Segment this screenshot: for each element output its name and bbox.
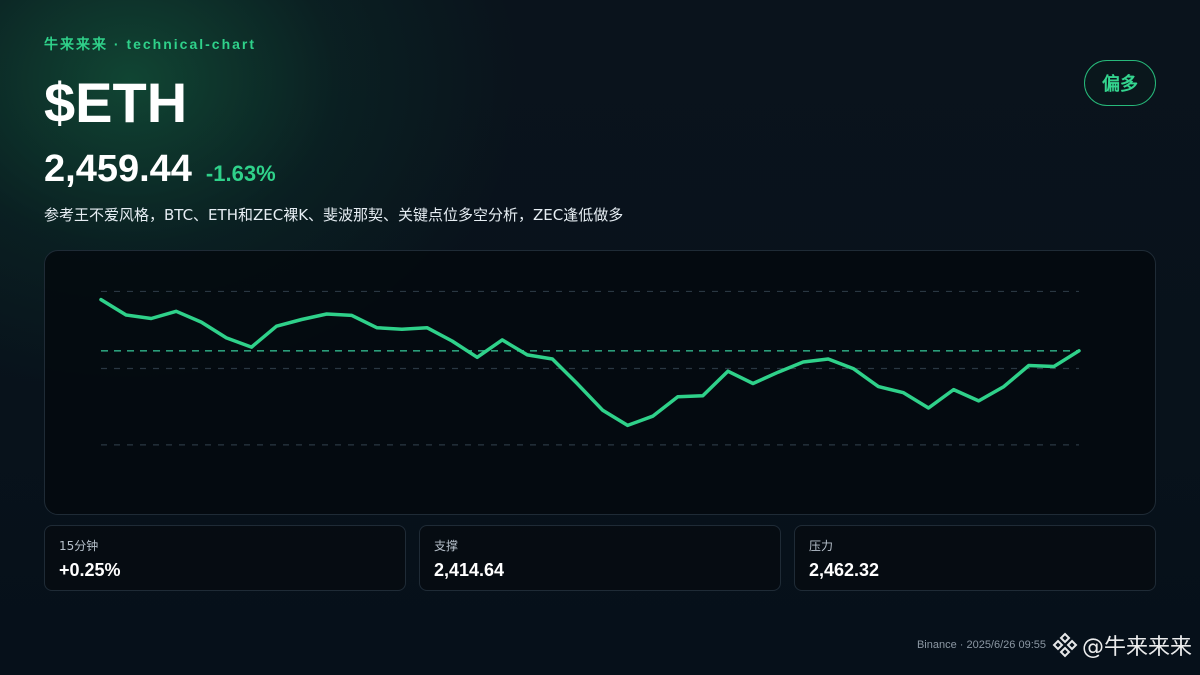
stat-value: 2,462.32 <box>809 560 880 580</box>
stat-card-support: 支撑 2,414.64 <box>419 525 781 591</box>
source-meta: Binance · 2025/6/26 09:55 <box>916 639 1046 651</box>
price-change: -1.63% <box>205 161 276 186</box>
stat-label: 15分钟 <box>59 539 99 553</box>
ticker-title: $ETH <box>44 71 188 134</box>
watermark-text: @牛来来来 <box>1081 635 1192 660</box>
bias-badge[interactable]: 偏多 <box>1084 60 1156 106</box>
price-row: 2,459.44 -1.63% <box>44 148 276 191</box>
footer: Binance · 2025/6/26 09:55 @牛来来来 <box>917 629 1192 661</box>
watermark: @牛来来来 <box>1052 629 1192 661</box>
stat-card-15m: 15分钟 +0.25% <box>44 525 406 591</box>
current-price: 2,459.44 <box>44 148 192 190</box>
stat-card-resistance: 压力 2,462.32 <box>794 525 1156 591</box>
stats-row: 15分钟 +0.25% 支撑 2,414.64 压力 2,462.32 <box>44 525 1156 591</box>
price-chart-card <box>44 250 1156 515</box>
stat-value: +0.25% <box>59 560 121 580</box>
stat-label: 压力 <box>809 539 834 553</box>
price-series-line <box>99 297 1081 428</box>
binance-diamond-icon <box>1052 632 1078 658</box>
brand-label: 牛来来来 · technical-chart <box>44 36 257 52</box>
stat-value: 2,414.64 <box>434 560 505 580</box>
analysis-description: 参考王不爱风格，BTC、ETH和ZEC裸K、斐波那契、关键点位多空分析，ZEC逢… <box>44 206 624 224</box>
stat-label: 支撑 <box>434 539 459 553</box>
price-chart <box>99 290 1081 446</box>
